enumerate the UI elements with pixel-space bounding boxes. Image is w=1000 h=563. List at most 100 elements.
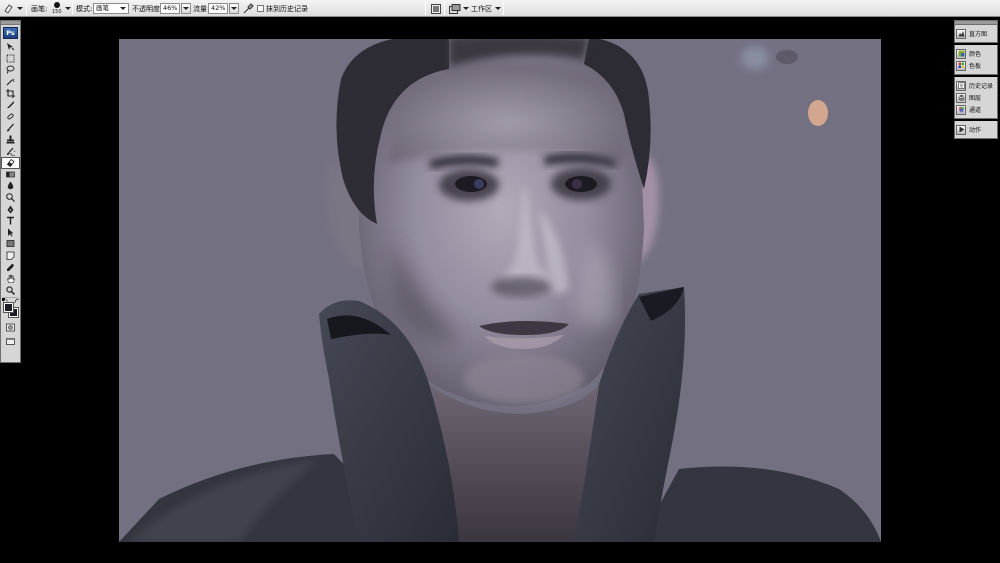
dodge-icon: [6, 193, 15, 202]
dock-item-history[interactable]: 历史记录: [956, 80, 996, 91]
brush-icon: [7, 124, 14, 132]
chevron-down-icon: [495, 7, 501, 10]
opacity-slider-button[interactable]: [181, 3, 191, 14]
shape-icon: [6, 240, 15, 248]
flow-slider-button[interactable]: [229, 3, 239, 14]
history-brush-tool[interactable]: [1, 145, 20, 157]
brush-picker[interactable]: 150: [52, 0, 71, 17]
blur-tool[interactable]: [1, 180, 20, 192]
foreground-color-swatch[interactable]: [3, 302, 14, 314]
airbrush-toggle[interactable]: [243, 0, 254, 17]
history-icon: [956, 80, 966, 91]
chevron-down-icon: [17, 7, 23, 10]
palette-well-button[interactable]: [431, 0, 441, 17]
quick-mask-button[interactable]: [1, 322, 20, 334]
crop-tool[interactable]: [1, 87, 20, 99]
tools-panel-grip[interactable]: [1, 21, 20, 25]
healing-brush-tool[interactable]: [1, 111, 20, 123]
shape-tool[interactable]: [1, 238, 20, 250]
ps-logo[interactable]: Ps: [3, 27, 18, 39]
workspace-label: 工作区: [471, 4, 492, 13]
chevron-down-icon: [120, 7, 126, 10]
dock-item-layers[interactable]: 图层: [956, 92, 996, 103]
opacity-input[interactable]: 46%: [160, 3, 180, 14]
chevron-down-icon: [231, 7, 237, 10]
brush-tool[interactable]: [1, 122, 20, 134]
color-swatches: [1, 298, 20, 322]
tool-preset-picker[interactable]: [3, 0, 23, 17]
type-tool[interactable]: [1, 215, 20, 227]
gradient-tool[interactable]: [1, 169, 20, 181]
pen-icon: [7, 205, 14, 214]
eraser-tool[interactable]: [1, 156, 20, 169]
document-canvas[interactable]: [119, 39, 881, 542]
path-selection-icon: [8, 228, 14, 237]
move-icon: [7, 43, 15, 51]
hand-tool[interactable]: [1, 273, 20, 285]
marquee-tool[interactable]: [1, 53, 20, 65]
type-icon: [7, 216, 14, 225]
options-bar: 画笔: 150 模式: 画笔 不透明度: 46% 流量: 42% 抹到历史记录 …: [0, 0, 1000, 17]
swatches-icon: [956, 60, 966, 71]
mode-value: 画笔: [96, 4, 109, 12]
dock-item-label: 色板: [969, 63, 982, 70]
zoom-icon: [6, 286, 15, 295]
dock-item-color[interactable]: 颜色: [956, 48, 996, 59]
dock-item-histogram[interactable]: 直方图: [956, 28, 996, 39]
dock-group: 历史记录 图层 通道: [954, 77, 998, 119]
erase-history-checkbox[interactable]: 抹到历史记录: [257, 0, 308, 17]
flow-value: 42%: [211, 4, 226, 12]
checkbox[interactable]: [257, 5, 264, 12]
dock-item-label: 直方图: [969, 31, 988, 38]
dock-item-channels[interactable]: 通道: [956, 104, 996, 115]
magic-wand-icon: [6, 78, 15, 86]
notes-tool[interactable]: [1, 250, 20, 262]
hand-icon: [7, 274, 15, 283]
dock-item-label: 图层: [969, 95, 982, 102]
slice-tool[interactable]: [1, 99, 20, 111]
portrait-painting: [119, 39, 881, 542]
tool-list: [1, 41, 20, 296]
dock-group: 颜色 色板: [954, 45, 998, 75]
brush-tip-icon: [54, 2, 60, 8]
workspace-menu[interactable]: 工作区: [471, 0, 501, 17]
color-icon: [956, 48, 966, 59]
history-brush-icon: [7, 147, 15, 156]
eraser-preset-icon: [4, 4, 13, 14]
move-tool[interactable]: [1, 41, 20, 53]
clone-stamp-tool[interactable]: [1, 134, 20, 146]
dock-item-actions[interactable]: 动作: [956, 124, 996, 135]
zoom-tool[interactable]: [1, 284, 20, 296]
dock-group: 直方图: [954, 25, 998, 43]
opacity-value: 46%: [163, 4, 178, 12]
eyedropper-tool[interactable]: [1, 261, 20, 273]
lasso-tool[interactable]: [1, 64, 20, 76]
mode-select[interactable]: 画笔: [93, 3, 129, 14]
mode-label: 模式:: [76, 4, 93, 13]
dodge-tool[interactable]: [1, 192, 20, 204]
path-selection-tool[interactable]: [1, 227, 20, 239]
palette-well-icon: [431, 3, 441, 14]
flow-input[interactable]: 42%: [208, 3, 228, 14]
quick-mask-icon: [6, 323, 15, 332]
swap-colors-icon[interactable]: [14, 298, 20, 304]
chevron-down-icon: [183, 7, 189, 10]
blur-icon: [7, 181, 14, 190]
opacity-label: 不透明度:: [132, 4, 163, 13]
healing-brush-icon: [7, 113, 14, 120]
chevron-down-icon: [65, 7, 71, 10]
workspace-icon: [449, 3, 461, 14]
flow-label: 流量:: [193, 4, 210, 13]
magic-wand-tool[interactable]: [1, 76, 20, 88]
dock-group: 动作: [954, 121, 998, 139]
screen-mode-button[interactable]: [1, 336, 20, 348]
gradient-icon: [6, 171, 15, 178]
dock-item-swatches[interactable]: 色板: [956, 60, 996, 71]
panel-dock: 直方图颜色色板历史记录图层通道动作: [954, 20, 998, 159]
erase-history-label: 抹到历史记录: [266, 4, 308, 13]
airbrush-icon: [243, 3, 254, 14]
workspace-icon-button[interactable]: [449, 0, 469, 17]
dock-item-label: 颜色: [969, 51, 982, 58]
screen-mode-icon: [6, 338, 15, 345]
pen-tool[interactable]: [1, 203, 20, 215]
